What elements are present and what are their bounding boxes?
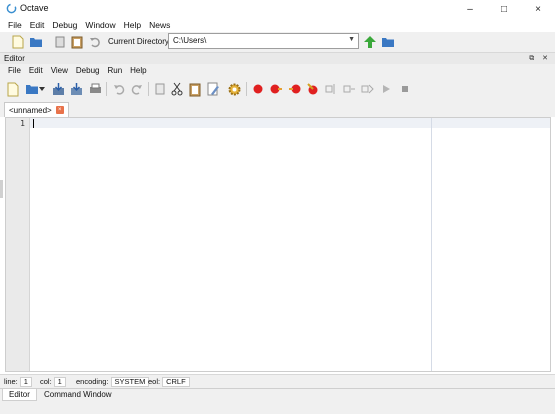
editor-menu-debug[interactable]: Debug [72,64,104,77]
tab-label: <unnamed> [9,105,52,115]
preferences-icon[interactable] [226,81,242,97]
status-eol-value: CRLF [162,377,190,387]
browse-folder-icon[interactable] [380,34,396,50]
current-directory-combo[interactable]: C:\Users\ ▼ [168,33,359,49]
paste-icon[interactable] [187,81,203,97]
redo-icon[interactable] [129,81,145,97]
maximize-button[interactable]: □ [487,0,521,18]
code-editor[interactable]: 1 [5,117,551,372]
menu-debug[interactable]: Debug [48,18,81,32]
undo-icon[interactable] [87,34,103,50]
dock-buttons[interactable]: ⧉ ✕ [529,53,551,64]
text-caret [33,119,34,128]
status-line: line: 1 [4,377,32,387]
current-directory-label: Current Directory: [108,37,172,46]
toggle-breakpoint-icon[interactable] [250,81,266,97]
status-col: col: 1 [40,377,66,387]
remove-breakpoints-icon[interactable] [305,81,321,97]
previous-breakpoint-icon[interactable] [287,81,303,97]
step-icon[interactable] [323,81,339,97]
run-icon[interactable] [378,81,394,97]
editor-menubar: File Edit View Debug Run Help [0,64,555,77]
editor-menu-file[interactable]: File [4,64,25,77]
step-in-icon[interactable] [341,81,357,97]
editor-menu-run[interactable]: Run [103,64,126,77]
editor-menu-edit[interactable]: Edit [25,64,47,77]
paste-icon[interactable] [69,34,85,50]
new-script-icon[interactable] [5,81,21,97]
menu-help[interactable]: Help [120,18,145,32]
close-icon[interactable]: × [55,106,64,114]
status-eol: eol: CRLF [148,377,190,387]
status-encoding-value: SYSTEM [110,377,150,387]
octave-logo-icon [6,3,17,14]
current-directory-value: C:\Users\ [173,36,207,45]
up-arrow-icon[interactable] [362,34,378,50]
editor-toolbar [0,77,555,101]
editor-tabbar: <unnamed> × [0,101,555,117]
status-col-label: col: [40,377,52,386]
tab-unnamed[interactable]: <unnamed> × [4,102,69,117]
find-icon[interactable] [205,81,221,97]
stop-icon[interactable] [397,81,413,97]
close-button[interactable]: × [521,0,555,18]
copy-icon[interactable] [52,34,68,50]
long-line-marker [431,118,432,371]
copy-icon[interactable] [152,81,168,97]
status-encoding-label: encoding: [76,377,109,386]
status-line-label: line: [4,377,18,386]
menu-edit[interactable]: Edit [26,18,49,32]
status-eol-label: eol: [148,377,161,386]
next-breakpoint-icon[interactable] [268,81,284,97]
cut-icon[interactable] [169,81,185,97]
menu-file[interactable]: File [4,18,26,32]
open-folder-icon[interactable] [28,34,44,50]
line-number-gutter: 1 [6,118,30,371]
window-title: Octave [20,3,49,13]
menu-news[interactable]: News [145,18,174,32]
new-file-icon[interactable] [10,34,26,50]
open-dropdown-chevron-icon[interactable] [38,81,46,97]
editor-statusbar: line: 1 col: 1 encoding: SYSTEM eol: CRLF [0,374,555,388]
minimize-button[interactable]: – [453,0,487,18]
dock-splitter-handle[interactable] [0,180,3,198]
dock-tabbar: Editor Command Window [0,388,555,414]
save-icon[interactable] [50,81,66,97]
current-line-highlight [30,118,550,128]
save-as-icon[interactable] [68,81,84,97]
status-col-value: 1 [53,377,66,387]
editor-panel-title: Editor [4,54,25,63]
undo-icon[interactable] [111,81,127,97]
line-number: 1 [20,119,25,128]
title-bar: Octave – □ × [0,0,555,18]
chevron-down-icon[interactable]: ▼ [348,36,355,43]
status-encoding: encoding: SYSTEM [76,377,150,387]
print-icon[interactable] [87,81,103,97]
step-out-icon[interactable] [359,81,375,97]
menu-window[interactable]: Window [81,18,119,32]
editor-menu-help[interactable]: Help [126,64,150,77]
editor-menu-view[interactable]: View [47,64,72,77]
status-line-value: 1 [19,377,32,387]
tab-command-window[interactable]: Command Window [38,389,118,401]
main-menubar: File Edit Debug Window Help News [0,18,555,32]
tab-editor[interactable]: Editor [2,389,37,401]
